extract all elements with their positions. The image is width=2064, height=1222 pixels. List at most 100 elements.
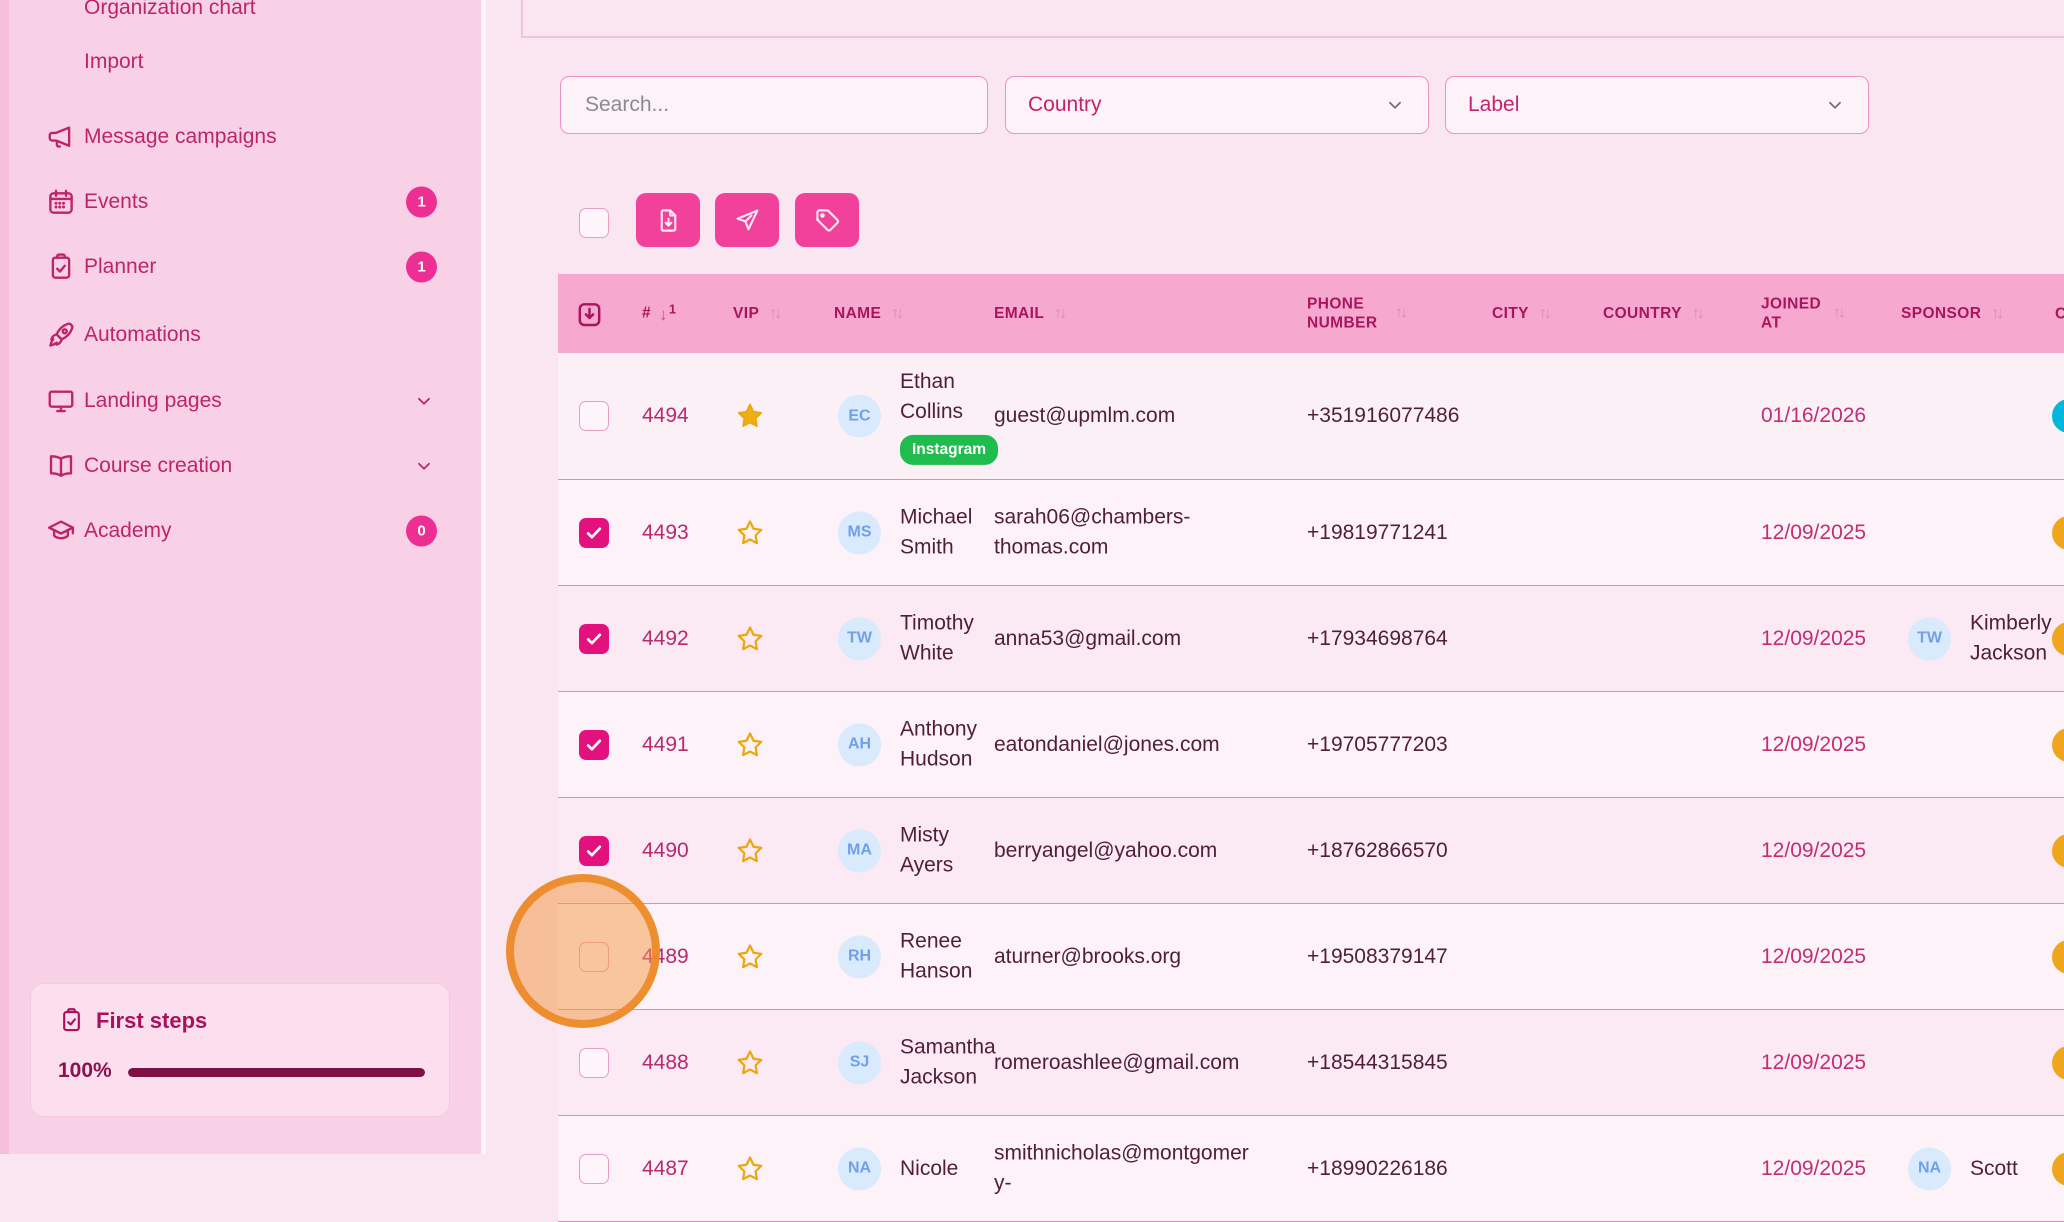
sidebar-item-label: Planner (84, 255, 156, 279)
sidebar-item-automations[interactable]: Automations (0, 302, 481, 368)
contact-name[interactable]: Nicole (900, 1153, 997, 1183)
rocket-icon (46, 320, 76, 350)
select-all-checkbox[interactable] (579, 208, 609, 238)
calendar-icon (46, 187, 76, 217)
row-checkbox[interactable] (579, 836, 609, 866)
vip-star-outline-icon[interactable] (735, 1154, 765, 1184)
vip-star-outline-icon[interactable] (735, 836, 765, 866)
column-header-city[interactable]: CITY ↑↓ (1492, 304, 1549, 324)
book-icon (46, 451, 76, 481)
count-badge: 1 (406, 187, 437, 218)
joined-at-date: 01/16/2026 (1761, 404, 1866, 428)
row-checkbox[interactable] (579, 1154, 609, 1184)
contact-email: eatondaniel@jones.com (994, 729, 1250, 759)
search-input[interactable] (561, 77, 987, 133)
contact-email: romeroashlee@gmail.com (994, 1047, 1250, 1077)
column-header-vip[interactable]: VIP ↑↓ (733, 304, 779, 324)
first-steps-card[interactable]: First steps 100% (30, 983, 450, 1117)
row-checkbox[interactable] (579, 730, 609, 760)
vip-star-outline-icon[interactable] (735, 942, 765, 972)
country-select[interactable]: Country (1005, 76, 1429, 134)
contact-name[interactable]: Samantha Jackson (900, 1032, 997, 1093)
column-header-sponsor[interactable]: SPONSOR ↑↓ (1901, 304, 2001, 324)
export-icon[interactable] (574, 298, 605, 329)
source-tag-badge: Instagram (900, 435, 998, 465)
sidebar-item-events[interactable]: Events1 (0, 169, 481, 235)
vip-star-outline-icon[interactable] (735, 730, 765, 760)
contact-phone: +18544315845 (1307, 1051, 1497, 1075)
count-badge: 0 (406, 516, 437, 547)
sidebar-item-organization-chart[interactable]: Organization chart (0, 0, 481, 32)
contacts-table: # ↓1 VIP ↑↓ NAME ↑↓ EMAIL ↑↓ PHONE NUMBE… (558, 274, 2064, 1222)
row-id[interactable]: 4493 (642, 521, 689, 545)
row-checkbox[interactable] (579, 1048, 609, 1078)
sidebar-item-landing-pages[interactable]: Landing pages (0, 368, 481, 434)
column-header-email[interactable]: EMAIL ↑↓ (994, 304, 1064, 324)
chevron-down-icon (1824, 94, 1846, 116)
joined-at-date: 12/09/2025 (1761, 1157, 1866, 1181)
contact-name[interactable]: Renee Hanson (900, 926, 997, 987)
chevron-down-icon (413, 390, 435, 412)
megaphone-icon (46, 122, 76, 152)
column-label: SPONSOR (1901, 304, 1981, 323)
row-checkbox[interactable] (579, 624, 609, 654)
column-header-country[interactable]: COUNTRY ↑↓ (1603, 304, 1702, 324)
sidebar-item-planner[interactable]: Planner1 (0, 234, 481, 300)
column-label: EMAIL (994, 304, 1044, 323)
sponsor-avatar: NA (1908, 1147, 1951, 1190)
joined-at-date: 12/09/2025 (1761, 733, 1866, 757)
export-contacts-button[interactable] (636, 193, 700, 247)
vip-star-outline-icon[interactable] (735, 624, 765, 654)
contact-email: guest@upmlm.com (994, 401, 1250, 431)
vip-star-outline-icon[interactable] (735, 518, 765, 548)
send-icon (734, 207, 761, 234)
avatar: TW (838, 617, 881, 660)
contact-email: anna53@gmail.com (994, 623, 1250, 653)
tag-icon (814, 207, 841, 234)
sidebar-item-message-campaigns[interactable]: Message campaigns (0, 104, 481, 170)
row-checkbox[interactable] (579, 401, 609, 431)
row-id[interactable]: 4488 (642, 1051, 689, 1075)
label-select[interactable]: Label (1445, 76, 1869, 134)
status-dot (2052, 940, 2064, 974)
contact-phone: +351916077486 (1307, 404, 1497, 428)
column-header-number[interactable]: # ↓1 (642, 302, 676, 325)
first-steps-title: First steps (58, 1007, 207, 1034)
send-message-button[interactable] (715, 193, 779, 247)
vip-star-outline-icon[interactable] (735, 1048, 765, 1078)
table-row: 4494ECEthan CollinsInstagramguest@upmlm.… (558, 353, 2064, 480)
contact-phone: +18990226186 (1307, 1157, 1497, 1181)
row-id[interactable]: 4487 (642, 1157, 689, 1181)
column-header-joined-at[interactable]: JOINED AT ↑↓ (1761, 294, 1843, 333)
contact-email: smithnicholas@montgomery- (994, 1138, 1250, 1199)
contact-name[interactable]: Timothy White (900, 608, 997, 669)
first-steps-progress-fill (128, 1068, 425, 1077)
column-header-name[interactable]: NAME ↑↓ (834, 304, 901, 324)
sidebar-item-academy[interactable]: Academy0 (0, 498, 481, 564)
joined-at-date: 12/09/2025 (1761, 945, 1866, 969)
row-id[interactable]: 4492 (642, 627, 689, 651)
sidebar-item-course-creation[interactable]: Course creation (0, 433, 481, 499)
table-row: 4491AHAnthony Hudsoneatondaniel@jones.co… (558, 692, 2064, 798)
contact-email: sarah06@chambers-thomas.com (994, 502, 1250, 563)
row-checkbox[interactable] (579, 518, 609, 548)
row-checkbox[interactable] (579, 942, 609, 972)
table-row: 4493MSMichael Smithsarah06@chambers-thom… (558, 480, 2064, 586)
sidebar: Organization chart Import Message campaign… (0, 0, 486, 1154)
contact-name[interactable]: Misty Ayers (900, 820, 997, 881)
contact-name[interactable]: Ethan CollinsInstagram (900, 367, 997, 465)
table-row: 4487 NA Nicolesmithnicholas@montgomery- +18… (558, 1116, 2064, 1222)
row-id[interactable]: 4489 (642, 945, 689, 969)
row-id[interactable]: 4490 (642, 839, 689, 863)
contact-name[interactable]: Anthony Hudson (900, 714, 997, 775)
row-id[interactable]: 4494 (642, 404, 689, 428)
column-label: C (2055, 304, 2064, 323)
column-header-phone[interactable]: PHONE NUMBER ↑↓ (1307, 294, 1405, 333)
sidebar-item-import[interactable]: Import (0, 38, 481, 86)
row-id[interactable]: 4491 (642, 733, 689, 757)
sort-arrows-icon: ↑↓ (1539, 304, 1549, 324)
vip-star-filled-icon[interactable] (735, 401, 765, 431)
sponsor-avatar: TW (1908, 617, 1951, 660)
tag-button[interactable] (795, 193, 859, 247)
contact-name[interactable]: Michael Smith (900, 502, 997, 563)
